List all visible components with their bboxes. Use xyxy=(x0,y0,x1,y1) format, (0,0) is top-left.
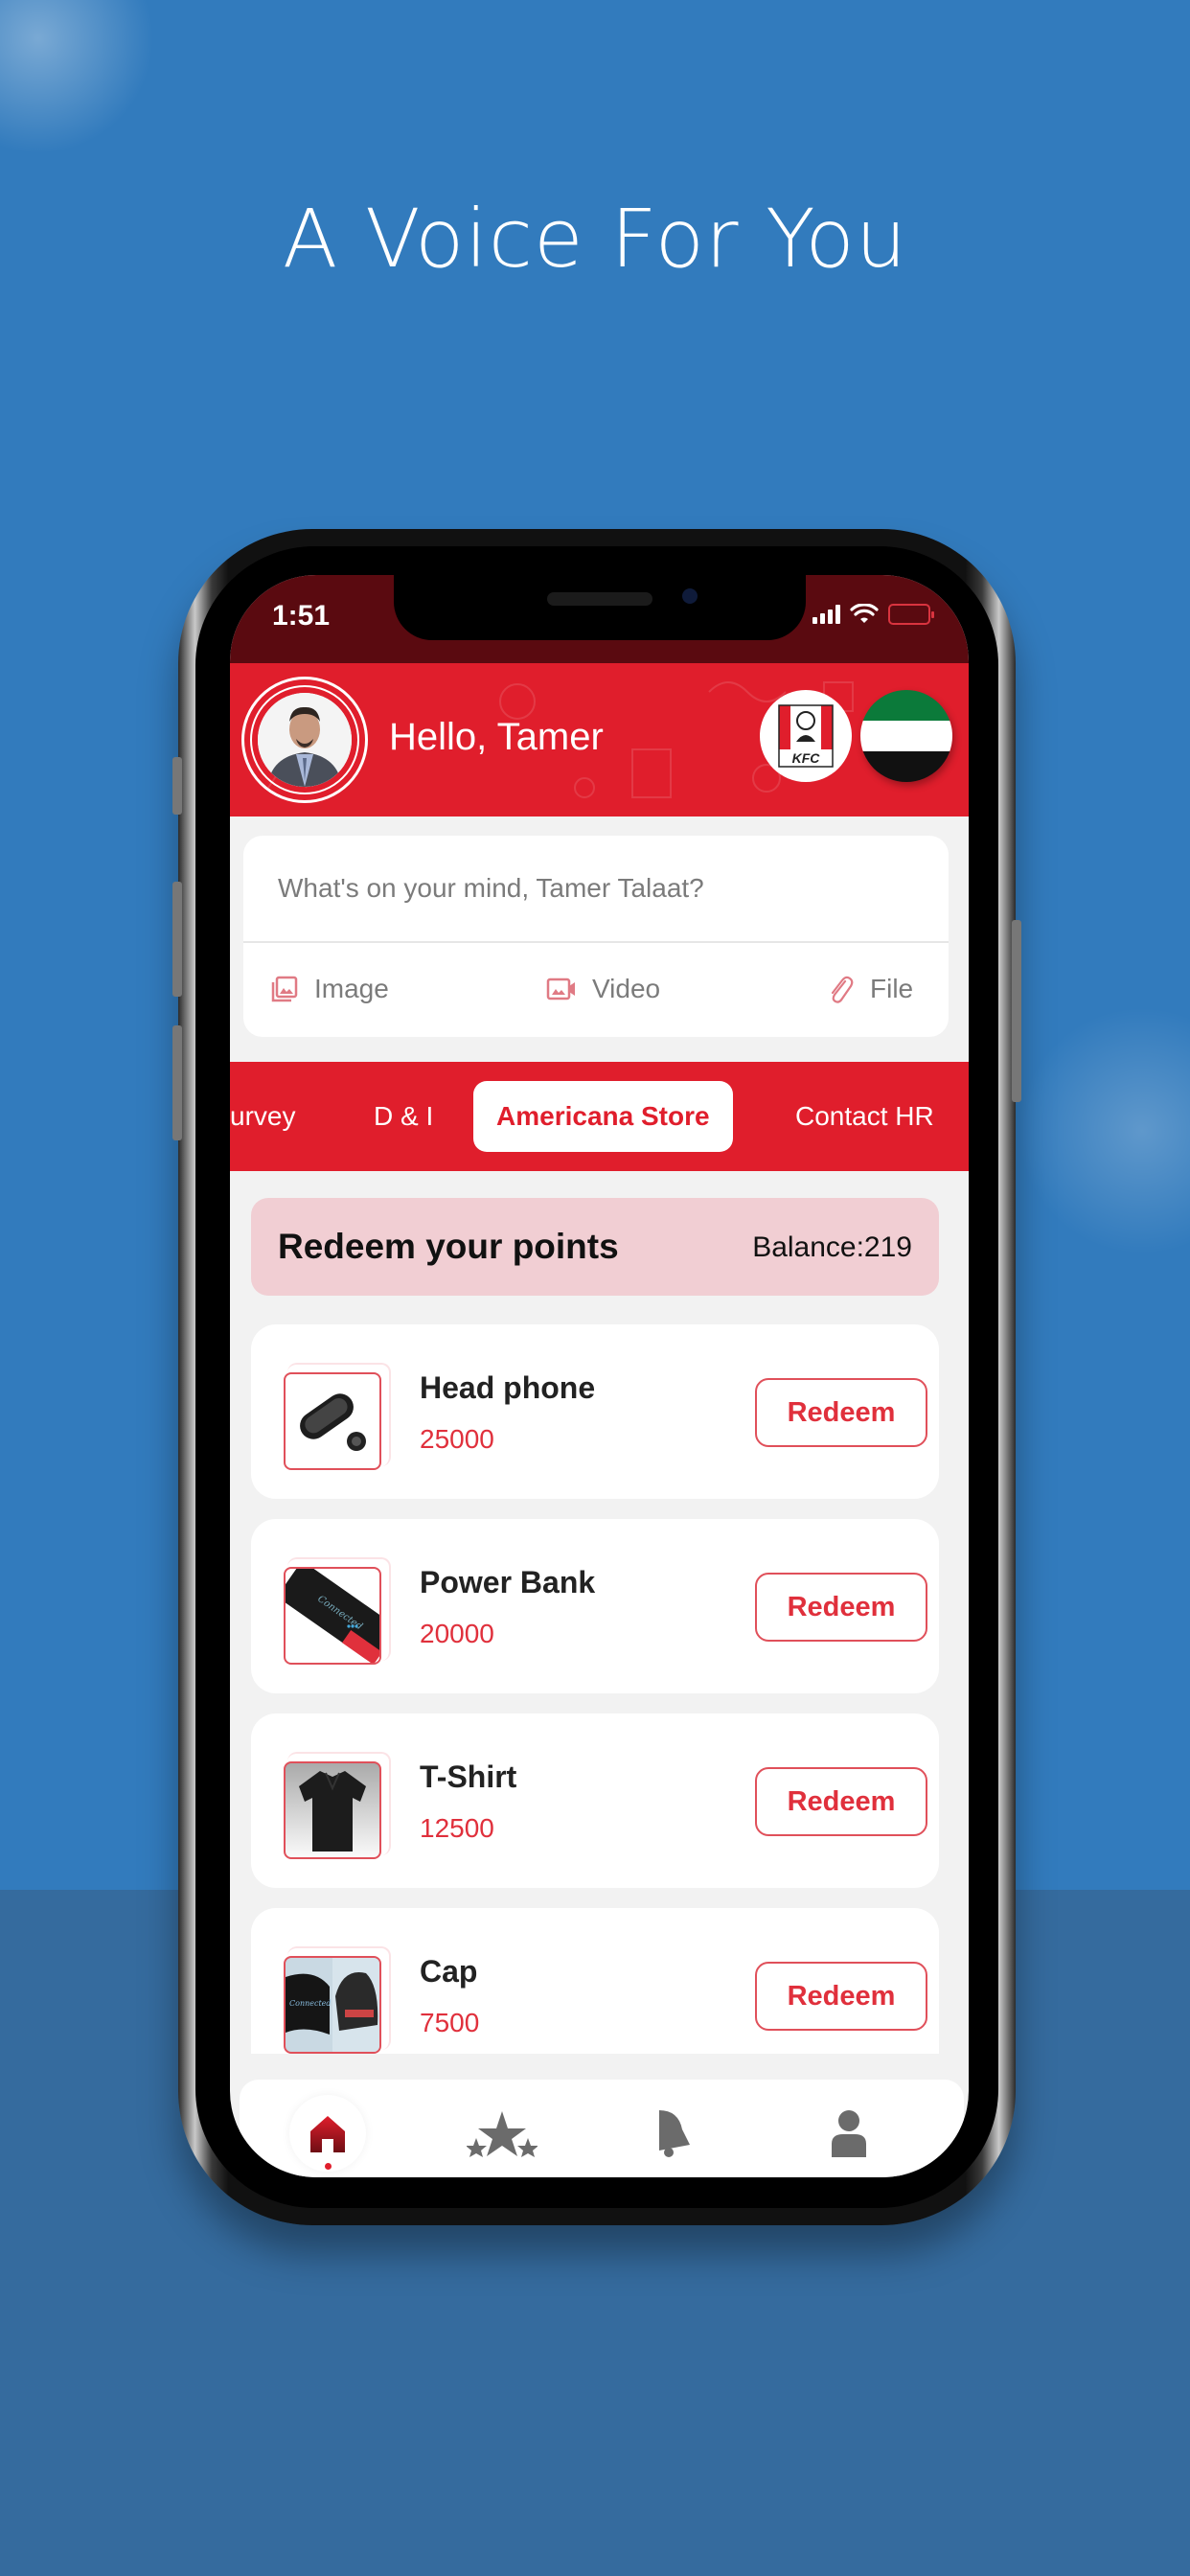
redeem-button[interactable]: Redeem xyxy=(755,1378,927,1447)
home-icon xyxy=(310,2116,345,2152)
power-bank-image: Connected xyxy=(286,1569,379,1663)
redeem-button[interactable]: Redeem xyxy=(755,1767,927,1836)
status-icons xyxy=(812,604,934,625)
product-name: T-Shirt xyxy=(420,1760,517,1794)
uae-flag-button[interactable] xyxy=(860,690,952,782)
nav-profile[interactable] xyxy=(811,2095,887,2172)
product-points: 7500 xyxy=(420,2008,480,2037)
bottom-nav xyxy=(240,2080,964,2177)
t-shirt-image xyxy=(299,1771,366,1852)
product-name: Head phone xyxy=(420,1370,596,1405)
attach-video-button[interactable]: Video xyxy=(546,974,660,1004)
paperclip-icon xyxy=(831,976,854,1003)
video-label: Video xyxy=(592,974,661,1003)
front-camera xyxy=(682,588,698,604)
product-points: 20000 xyxy=(420,1619,494,1648)
product-card: Head phone 25000 Redeem xyxy=(251,1324,939,1499)
nav-home[interactable] xyxy=(289,2095,366,2172)
post-composer: Image Video File xyxy=(243,836,949,1037)
image-label: Image xyxy=(314,974,389,1003)
product-name: Power Bank xyxy=(420,1565,596,1599)
image-icon xyxy=(271,976,298,1002)
wifi-icon xyxy=(850,604,879,623)
promo-headline: A Voice For You xyxy=(282,192,908,286)
volume-up-button xyxy=(172,882,182,997)
attach-file-button[interactable]: File xyxy=(826,974,913,1004)
kfc-logo-icon: KFC xyxy=(778,704,834,768)
points-balance: Balance:219 xyxy=(752,1231,912,1263)
nav-notifications[interactable] xyxy=(636,2095,713,2172)
file-label: File xyxy=(870,974,914,1003)
speaker xyxy=(547,592,652,606)
post-input[interactable] xyxy=(243,836,949,943)
battery-icon xyxy=(888,604,934,625)
composer-actions: Image Video File xyxy=(243,945,949,1037)
redeem-button[interactable]: Redeem xyxy=(755,1962,927,2031)
product-points: 25000 xyxy=(420,1424,494,1454)
status-bar: 1:51 xyxy=(230,575,969,663)
tab-survey[interactable]: urvey xyxy=(230,1081,295,1152)
nav-rewards[interactable] xyxy=(464,2095,540,2172)
product-image-earbuds xyxy=(284,1372,381,1470)
mute-switch xyxy=(172,757,182,815)
app-screen: 1:51 Hello, Tamer KFC What's on your min… xyxy=(230,575,969,2177)
notch xyxy=(394,575,806,640)
svg-text:KFC: KFC xyxy=(792,750,821,766)
product-card: Connected Power Bank 20000 Redeem xyxy=(251,1519,939,1693)
points-banner: Redeem your points Balance:219 xyxy=(251,1198,939,1296)
product-card: T-Shirt 12500 Redeem xyxy=(251,1714,939,1888)
stars-icon xyxy=(467,2111,538,2157)
redeem-button[interactable]: Redeem xyxy=(755,1573,927,1642)
cap-image: Connected xyxy=(286,1958,379,2052)
tab-d-and-i[interactable]: D & I xyxy=(374,1081,433,1152)
product-points: 12500 xyxy=(420,1813,494,1843)
section-tabs: urvey D & I Americana Store Contact HR xyxy=(230,1062,969,1171)
volume-down-button xyxy=(172,1025,182,1140)
product-image-power-bank: Connected xyxy=(284,1567,381,1665)
product-name: Cap xyxy=(420,1954,478,1989)
active-indicator xyxy=(325,2163,332,2170)
product-image-t-shirt xyxy=(284,1761,381,1859)
earbuds-image xyxy=(300,1393,366,1451)
signal-icon xyxy=(812,605,840,624)
greeting-text: Hello, Tamer xyxy=(389,716,604,758)
kfc-logo[interactable]: KFC xyxy=(760,690,852,782)
avatar-ring[interactable] xyxy=(241,677,368,803)
video-icon xyxy=(546,978,575,1000)
tab-americana-store[interactable]: Americana Store xyxy=(473,1081,733,1152)
redeem-title: Redeem your points xyxy=(278,1227,619,1266)
profile-icon xyxy=(832,2110,866,2157)
product-image-cap: Connected xyxy=(284,1956,381,2054)
tab-contact-hr[interactable]: Contact HR xyxy=(795,1081,934,1152)
bell-icon xyxy=(659,2110,690,2157)
product-card: Connected Cap 7500 Redeem xyxy=(251,1908,939,2054)
status-time: 1:51 xyxy=(272,600,331,632)
power-button xyxy=(1012,920,1021,1102)
app-header: Hello, Tamer KFC xyxy=(230,663,969,816)
avatar[interactable] xyxy=(258,693,352,787)
attach-image-button[interactable]: Image xyxy=(270,974,389,1004)
svg-text:Connected: Connected xyxy=(289,1999,332,2008)
user-photo xyxy=(258,693,352,787)
